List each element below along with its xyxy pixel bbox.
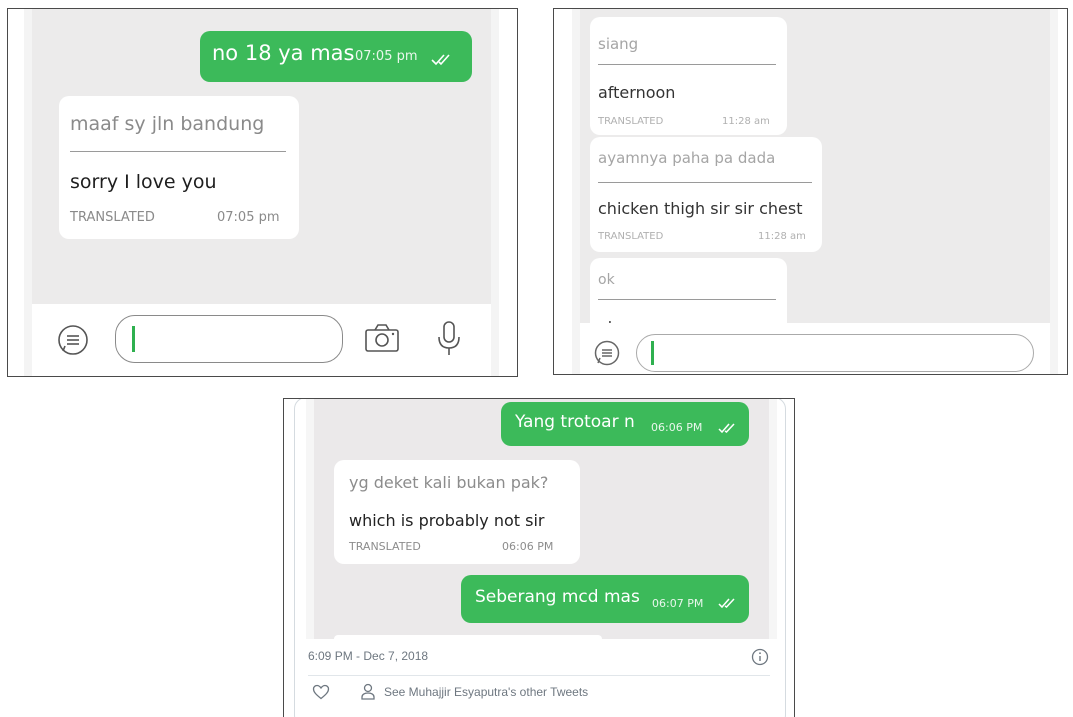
translation-divider xyxy=(598,182,812,183)
message-input[interactable] xyxy=(115,315,343,363)
sent-message-text: Seberang mcd mas xyxy=(475,587,640,607)
translated-tag: TRANSLATED xyxy=(598,231,664,242)
phone-edge-left xyxy=(572,9,580,374)
text-caret xyxy=(132,326,135,352)
original-message-text: maaf sy jln bandung xyxy=(70,113,265,135)
camera-icon[interactable] xyxy=(364,323,400,353)
microphone-icon[interactable] xyxy=(435,320,463,358)
phone-edge-left xyxy=(306,399,314,639)
translated-message-text: afternoon xyxy=(598,83,676,102)
panel-tweet: Yang trotoar n 06:06 PM yg deket kali bu… xyxy=(283,398,795,717)
message-input[interactable] xyxy=(636,334,1034,372)
translated-message-text: sorry I love you xyxy=(70,171,217,193)
sent-message-time: 06:07 PM xyxy=(652,597,704,610)
person-icon xyxy=(361,683,375,700)
phone-edge-right xyxy=(491,9,499,376)
tweet-timestamp[interactable]: 6:09 PM - Dec 7, 2018 xyxy=(308,649,428,663)
chat-menu-icon[interactable] xyxy=(56,323,90,357)
received-message-time: 11:28 am xyxy=(758,231,806,242)
translated-message-text: which is probably not sir xyxy=(349,511,545,530)
translated-message-text: chicken thigh sir sir chest xyxy=(598,199,803,218)
translation-divider xyxy=(598,299,776,300)
sent-message-bubble[interactable]: Yang trotoar n 06:06 PM xyxy=(501,402,749,446)
original-message-text: ok xyxy=(598,272,615,288)
phone-edge-right xyxy=(1050,9,1058,374)
received-message-bubble[interactable]: maaf sy jln bandung sorry I love you TRA… xyxy=(59,96,299,239)
sent-message-time: 07:05 pm xyxy=(355,49,418,64)
phone-edge-left xyxy=(24,9,32,376)
phone-edge-right xyxy=(769,399,777,639)
double-check-icon xyxy=(431,54,450,66)
double-check-icon xyxy=(718,598,735,609)
translation-divider xyxy=(70,151,286,152)
text-caret xyxy=(651,341,654,365)
info-icon[interactable] xyxy=(751,648,769,666)
translated-tag: TRANSLATED xyxy=(349,540,421,553)
original-message-text: ayamnya paha pa dada xyxy=(598,149,776,167)
original-message-text: siang xyxy=(598,35,639,53)
translation-divider xyxy=(598,64,776,65)
other-tweets-link[interactable]: See Muhajjir Esyaputra's other Tweets xyxy=(384,685,588,699)
next-message-peek xyxy=(334,635,602,639)
received-message-time: 06:06 PM xyxy=(502,540,554,553)
chat-menu-icon[interactable] xyxy=(593,339,621,367)
panel-chat-b: siang afternoon TRANSLATED 11:28 am ayam… xyxy=(553,8,1068,375)
sent-message-bubble[interactable]: Seberang mcd mas 06:07 PM xyxy=(461,575,749,623)
received-message-bubble[interactable]: ayamnya paha pa dada chicken thigh sir s… xyxy=(590,137,822,252)
heart-icon[interactable] xyxy=(312,684,330,700)
sent-message-bubble[interactable]: no 18 ya mas 07:05 pm xyxy=(200,31,472,82)
original-message-text: yg deket kali bukan pak? xyxy=(349,473,549,492)
sent-message-time: 06:06 PM xyxy=(651,421,703,434)
sent-message-text: no 18 ya mas xyxy=(212,41,355,65)
translated-tag: TRANSLATED xyxy=(70,210,155,225)
received-message-bubble[interactable]: yg deket kali bukan pak? which is probab… xyxy=(334,460,580,564)
double-check-icon xyxy=(718,423,735,434)
received-message-bubble[interactable]: siang afternoon TRANSLATED 11:28 am xyxy=(590,17,787,135)
translated-tag: TRANSLATED xyxy=(598,116,664,127)
panel-chat-a: no 18 ya mas 07:05 pm maaf sy jln bandun… xyxy=(7,8,518,377)
received-message-time: 11:28 am xyxy=(722,116,770,127)
received-message-time: 07:05 pm xyxy=(217,210,280,225)
tweet-footer-divider xyxy=(308,675,770,676)
sent-message-text: Yang trotoar n xyxy=(515,412,635,432)
